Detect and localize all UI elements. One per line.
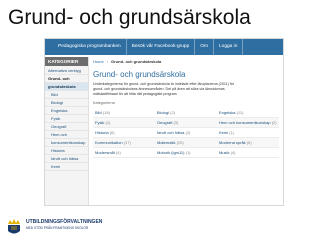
nav-item-om[interactable]: Om bbox=[195, 39, 214, 55]
category-count: (6) bbox=[109, 130, 115, 135]
category-link[interactable]: Bild (18) bbox=[93, 108, 155, 118]
sidebar-header: KATEGORIER bbox=[45, 57, 88, 66]
category-count: (1) bbox=[229, 130, 235, 135]
sidebar-item[interactable]: Idrott och hälsa bbox=[45, 155, 88, 163]
logo-subtitle: MED STÖD FRÅN FRAMTIDENS SKOLOR bbox=[26, 226, 89, 230]
category-count: (2) bbox=[105, 120, 111, 125]
category-label: Biologi bbox=[157, 110, 170, 115]
category-grid: Bild (18) Biologi (2) Engelska (11) Fysik (… bbox=[93, 108, 279, 158]
category-label: Fysik bbox=[95, 120, 105, 125]
sidebar-item[interactable]: Engelska bbox=[45, 107, 88, 115]
category-count: (6) bbox=[246, 140, 252, 145]
logo-name: UTBILDNINGSFÖRVALTNINGEN bbox=[26, 219, 103, 225]
breadcrumb-separator: › bbox=[106, 59, 109, 64]
category-link[interactable]: Matematik (25) bbox=[155, 138, 217, 148]
sidebar-item[interactable]: Alternativa verktyg bbox=[45, 67, 88, 75]
category-count: (25) bbox=[176, 140, 184, 145]
category-sidebar: KATEGORIER Alternativa verktyg Grund- och… bbox=[45, 57, 89, 205]
nav-item-programbanken[interactable]: Pedagogiska programbanken bbox=[53, 39, 127, 55]
category-label: Matematik bbox=[157, 140, 176, 145]
sidebar-item[interactable]: grundsärskola bbox=[45, 83, 88, 91]
category-label: Motorik (lgrs11) bbox=[157, 150, 185, 155]
sidebar-item[interactable]: Geografi bbox=[45, 123, 88, 131]
category-link[interactable]: Engelska (11) bbox=[217, 108, 279, 118]
category-link[interactable]: Kemi (1) bbox=[217, 128, 279, 138]
category-label: Kommunikation bbox=[95, 140, 123, 145]
category-count: (2) bbox=[271, 120, 277, 125]
category-label: Geografi bbox=[157, 120, 173, 125]
category-label: Bild bbox=[95, 110, 102, 115]
category-count: (11) bbox=[236, 110, 244, 115]
category-count: (1) bbox=[185, 150, 191, 155]
breadcrumb: Home › Grund- och grundsärskola bbox=[93, 57, 281, 66]
nav-item-facebook[interactable]: Besök vår Facebook-grupp bbox=[127, 39, 196, 55]
main-content: Home › Grund- och grundsärskola Grund- och… bbox=[93, 57, 281, 205]
sidebar-item[interactable]: Bild bbox=[45, 91, 88, 99]
category-label: Engelska bbox=[219, 110, 236, 115]
category-link[interactable]: Historia (6) bbox=[93, 128, 155, 138]
category-label: Historia bbox=[95, 130, 109, 135]
breadcrumb-current: Grund- och grundsärskola bbox=[111, 59, 162, 64]
category-link[interactable]: Motorik (lgrs11) (1) bbox=[155, 148, 217, 158]
category-count: (4) bbox=[230, 150, 236, 155]
sidebar-item[interactable]: Grund- och bbox=[45, 75, 88, 83]
breadcrumb-home[interactable]: Home bbox=[93, 59, 104, 64]
category-count: (3) bbox=[173, 120, 179, 125]
category-link[interactable]: Idrott och hälsa (2) bbox=[155, 128, 217, 138]
category-label: Idrott och hälsa bbox=[157, 130, 185, 135]
sidebar-item[interactable]: Biologi bbox=[45, 99, 88, 107]
category-label: Hem och konsumentkunskap bbox=[219, 120, 271, 125]
category-label: Kemi bbox=[219, 130, 229, 135]
sidebar-item[interactable]: konsumentkunskap bbox=[45, 139, 88, 147]
categories-label: Kategorierna bbox=[93, 101, 115, 105]
crown-logo-icon bbox=[8, 219, 20, 234]
page-description: Underkategorierna för grund- och grundsä… bbox=[93, 82, 234, 96]
category-count: (4) bbox=[115, 150, 121, 155]
sidebar-item[interactable]: Hem och bbox=[45, 131, 88, 139]
footer-logo: UTBILDNINGSFÖRVALTNINGEN MED STÖD FRÅN F… bbox=[0, 214, 320, 240]
top-navbar: Pedagogiska programbanken Besök vår Face… bbox=[45, 39, 283, 55]
sidebar-item[interactable]: Historia bbox=[45, 147, 88, 155]
category-label: Moderna språk bbox=[219, 140, 246, 145]
category-count: (17) bbox=[123, 140, 131, 145]
category-count: (2) bbox=[170, 110, 176, 115]
category-link[interactable]: Fysik (2) bbox=[93, 118, 155, 128]
sidebar-item[interactable]: Fysik bbox=[45, 115, 88, 123]
category-link[interactable]: Geografi (3) bbox=[155, 118, 217, 128]
website-screenshot: Pedagogiska programbanken Besök vår Face… bbox=[44, 38, 284, 206]
category-link[interactable]: Musik (4) bbox=[217, 148, 279, 158]
sidebar-list: Alternativa verktyg Grund- och grundsärsko… bbox=[45, 66, 88, 171]
category-link[interactable]: Biologi (2) bbox=[155, 108, 217, 118]
category-link[interactable]: Hem och konsumentkunskap (2) bbox=[217, 118, 279, 128]
category-link[interactable]: Moderna språk (6) bbox=[217, 138, 279, 148]
slide-title: Grund- och grundsärskola bbox=[8, 6, 251, 29]
category-count: (18) bbox=[102, 110, 110, 115]
category-count: (2) bbox=[185, 130, 191, 135]
category-label: Modersmål bbox=[95, 150, 115, 155]
category-label: Musik bbox=[219, 150, 230, 155]
sidebar-item[interactable]: Kemi bbox=[45, 163, 88, 171]
category-link[interactable]: Modersmål (4) bbox=[93, 148, 155, 158]
category-link[interactable]: Kommunikation (17) bbox=[93, 138, 155, 148]
page-title: Grund- och grundsärskola bbox=[93, 70, 186, 79]
nav-item-login[interactable]: Logga in bbox=[214, 39, 244, 55]
